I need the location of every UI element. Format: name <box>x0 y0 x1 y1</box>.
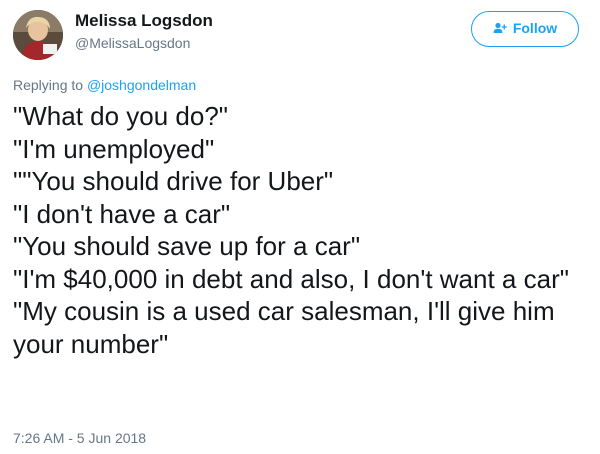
display-name[interactable]: Melissa Logsdon <box>75 11 213 31</box>
user-handle[interactable]: @MelissaLogsdon <box>75 33 213 53</box>
avatar-image <box>13 10 63 60</box>
tweet-line: "What do you do?" <box>13 101 229 131</box>
tweet-line: "I don't have a car" <box>13 198 231 229</box>
tweet-line: ""You should drive for Uber" <box>13 166 334 196</box>
reply-target-link[interactable]: @joshgondelman <box>87 77 196 93</box>
tweet-timestamp[interactable]: 7:26 AM - 5 Jun 2018 <box>13 430 146 446</box>
tweet-line: "I'm $40,000 in debt and also, I don't w… <box>13 263 569 294</box>
add-user-icon <box>493 12 507 45</box>
tweet-line: "I'm unemployed" <box>13 133 215 164</box>
tweet-line: "You should save up for a car" <box>13 231 361 261</box>
avatar[interactable] <box>13 10 63 60</box>
follow-label: Follow <box>512 20 558 36</box>
follow-button[interactable]: Follow <box>471 11 579 47</box>
tweet-header: Melissa Logsdon @MelissaLogsdon Follow <box>13 9 587 60</box>
user-info: Melissa Logsdon @MelissaLogsdon <box>75 11 213 53</box>
tweet-card: Melissa Logsdon @MelissaLogsdon Follow R… <box>0 0 600 454</box>
tweet-line: "My cousin is a used car salesman, I'll … <box>13 296 555 359</box>
reply-context: Replying to @joshgondelman <box>13 76 196 94</box>
reply-prefix: Replying to <box>13 77 87 93</box>
tweet-text: "What do you do?" "I'm unemployed" ""You… <box>13 100 591 360</box>
